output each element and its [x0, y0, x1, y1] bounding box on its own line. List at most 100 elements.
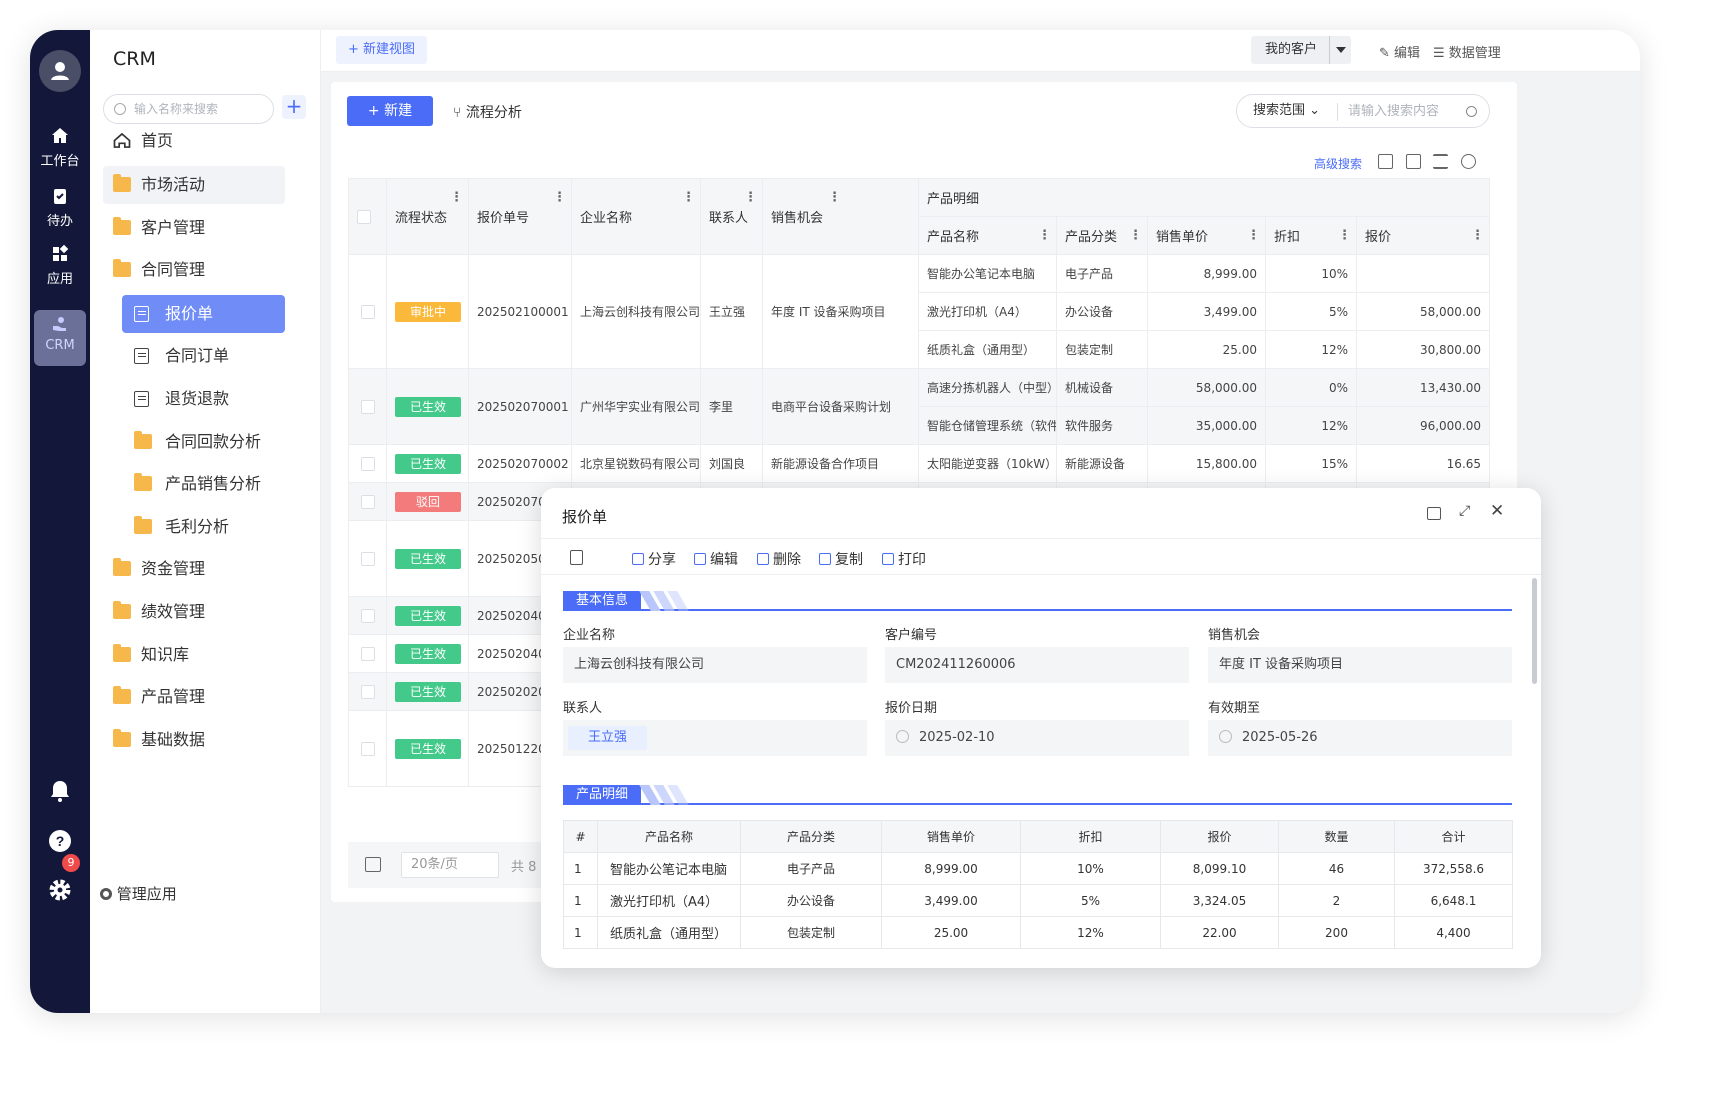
menu-item-customers[interactable]: 客户管理: [103, 209, 285, 247]
menu-item-knowledge[interactable]: 知识库: [103, 636, 285, 674]
column-menu-icon[interactable]: ⋮: [553, 190, 566, 205]
menu-item-marketing[interactable]: 市场活动: [103, 166, 285, 204]
valid-until-field[interactable]: 2025-05-26: [1208, 720, 1512, 756]
record-search-bar[interactable]: 搜索范围 ⌄ 请输入搜索内容: [1236, 94, 1490, 128]
header-product-category[interactable]: 产品分类 ⋮: [1056, 216, 1148, 255]
menu-item-margin-analysis[interactable]: 毛利分析: [122, 508, 285, 546]
print-button[interactable]: 打印: [882, 549, 926, 569]
menu-item-home[interactable]: 首页: [103, 122, 285, 160]
expand-icon[interactable]: ⤢: [1459, 503, 1470, 519]
header-unit-price[interactable]: 销售单价 ⋮: [1147, 216, 1266, 255]
product-row[interactable]: 1 智能办公笔记本电脑 电子产品 8,999.00 10% 8,099.10 46 372,5…: [563, 852, 1513, 885]
bell-icon[interactable]: [47, 778, 73, 804]
contact-chip[interactable]: 王立强: [568, 726, 648, 750]
rail-item-workbench[interactable]: 工作台: [30, 126, 90, 169]
form-layout-icon[interactable]: [1427, 507, 1441, 520]
fit-height-icon[interactable]: [365, 857, 381, 872]
data-manage-button[interactable]: ☰ 数据管理: [1433, 42, 1501, 61]
product-row[interactable]: 1 纸质礼盒（通用型） 包装定制 25.00 12% 22.00 200 4,400: [563, 916, 1513, 949]
opportunity-field[interactable]: 年度 IT 设备采购项目: [1208, 647, 1512, 683]
column-menu-icon[interactable]: ⋮: [450, 190, 463, 205]
row-checkbox[interactable]: [360, 304, 375, 319]
row-checkbox[interactable]: [360, 684, 375, 699]
header-contact[interactable]: 联系人 ⋮: [700, 178, 763, 255]
menu-item-sales-analysis[interactable]: 产品销售分析: [122, 465, 285, 503]
manage-apps-link[interactable]: 管理应用: [100, 883, 177, 904]
quote-no-cell[interactable]: 202502100001: [468, 254, 572, 369]
header-quote-no[interactable]: 报价单号 ⋮: [468, 178, 572, 255]
column-menu-icon[interactable]: ⋮: [1338, 228, 1351, 243]
contact-cell[interactable]: 刘国良: [700, 444, 763, 483]
row-checkbox[interactable]: [360, 399, 375, 414]
menu-item-base-data[interactable]: 基础数据: [103, 721, 285, 759]
header-product-name[interactable]: 产品名称 ⋮: [918, 216, 1057, 255]
row-checkbox[interactable]: [360, 646, 375, 661]
refresh-icon[interactable]: [1461, 154, 1476, 169]
menu-item-products[interactable]: 产品管理: [103, 678, 285, 716]
view-select[interactable]: 我的客户: [1251, 36, 1351, 64]
header-quote-price[interactable]: 报价 ⋮: [1355, 216, 1491, 255]
header-company[interactable]: 企业名称 ⋮: [571, 178, 701, 255]
help-icon[interactable]: ?: [47, 828, 73, 854]
menu-search-input[interactable]: 输入名称来搜索: [103, 94, 274, 124]
company-field[interactable]: 上海云创科技有限公司: [563, 647, 867, 683]
close-icon[interactable]: ✕: [1490, 501, 1504, 521]
column-menu-icon[interactable]: ⋮: [682, 190, 695, 205]
column-menu-icon[interactable]: ⋮: [1038, 228, 1051, 243]
column-menu-icon[interactable]: ⋮: [1471, 228, 1484, 243]
header-opportunity[interactable]: 销售机会 ⋮: [762, 178, 919, 255]
quote-no-cell[interactable]: 202502070001: [468, 368, 572, 445]
header-discount[interactable]: 折扣 ⋮: [1265, 216, 1357, 255]
menu-item-contract-orders[interactable]: 合同订单: [122, 337, 285, 375]
row-checkbox[interactable]: [360, 494, 375, 509]
filter-icon[interactable]: [1433, 154, 1448, 169]
customer-no-field[interactable]: CM202411260006: [885, 647, 1189, 683]
edit-button[interactable]: 编辑: [694, 549, 738, 569]
contact-field[interactable]: 王立强: [563, 720, 867, 756]
rail-item-todo[interactable]: 待办: [30, 186, 90, 229]
menu-item-funds[interactable]: 资金管理: [103, 550, 285, 588]
table-row[interactable]: 审批中 202502100001 上海云创科技有限公司 王立强 年度 IT 设备采购项目…: [348, 254, 1491, 369]
advanced-search-link[interactable]: 高级搜索: [1314, 155, 1362, 172]
column-menu-icon[interactable]: ⋮: [744, 190, 757, 205]
rail-item-apps[interactable]: 应用: [30, 244, 90, 287]
settings-gear-icon[interactable]: [47, 877, 73, 903]
flow-analysis-button[interactable]: ⑂ 流程分析: [453, 102, 522, 122]
column-settings-icon[interactable]: [1406, 154, 1421, 169]
page-size-select[interactable]: 20条/页: [401, 852, 499, 878]
search-input[interactable]: 请输入搜索内容: [1337, 103, 1439, 121]
edit-view-button[interactable]: ✎ 编辑: [1379, 42, 1420, 61]
copy-button[interactable]: 复制: [819, 549, 863, 569]
new-view-button[interactable]: + 新建视图: [336, 36, 428, 64]
add-menu-button[interactable]: +: [282, 95, 306, 119]
column-menu-icon[interactable]: ⋮: [1129, 228, 1142, 243]
column-menu-icon[interactable]: ⋮: [828, 190, 841, 205]
row-checkbox[interactable]: [360, 551, 375, 566]
attachment-icon[interactable]: [570, 550, 583, 565]
menu-item-performance[interactable]: 绩效管理: [103, 593, 285, 631]
menu-item-contracts[interactable]: 合同管理: [103, 251, 285, 289]
share-button[interactable]: 分享: [632, 549, 676, 569]
quote-no-cell[interactable]: 202502070002: [468, 444, 572, 483]
row-checkbox[interactable]: [360, 456, 375, 471]
contact-cell[interactable]: 王立强: [700, 254, 763, 369]
search-icon[interactable]: [1466, 106, 1477, 117]
select-all-checkbox[interactable]: [357, 209, 371, 224]
chevron-down-icon[interactable]: [1329, 36, 1351, 64]
search-scope-select[interactable]: 搜索范围 ⌄: [1253, 95, 1320, 127]
product-row[interactable]: 1 激光打印机（A4） 办公设备 3,499.00 5% 3,324.05 2 6,648.1: [563, 884, 1513, 917]
column-menu-icon[interactable]: ⋮: [1247, 228, 1260, 243]
export-icon[interactable]: [1378, 154, 1393, 169]
row-checkbox[interactable]: [360, 608, 375, 623]
table-row[interactable]: 已生效 202502070001 广州华宇实业有限公司 李里 电商平台设备采购计划 高速分…: [348, 368, 1491, 445]
table-row[interactable]: 已生效 202502070002 北京星锐数码有限公司 刘国良 新能源设备合作项目 太阳能…: [348, 444, 1491, 483]
menu-item-payment-analysis[interactable]: 合同回款分析: [122, 423, 285, 461]
user-avatar[interactable]: [39, 50, 81, 92]
modal-scrollbar[interactable]: [1532, 578, 1537, 684]
row-checkbox[interactable]: [360, 741, 375, 756]
contact-cell[interactable]: 李里: [700, 368, 763, 445]
new-record-button[interactable]: + 新建: [347, 96, 433, 126]
header-status[interactable]: 流程状态 ⋮: [386, 178, 469, 255]
menu-item-quotation[interactable]: 报价单: [122, 295, 285, 333]
menu-item-returns[interactable]: 退货退款: [122, 380, 285, 418]
